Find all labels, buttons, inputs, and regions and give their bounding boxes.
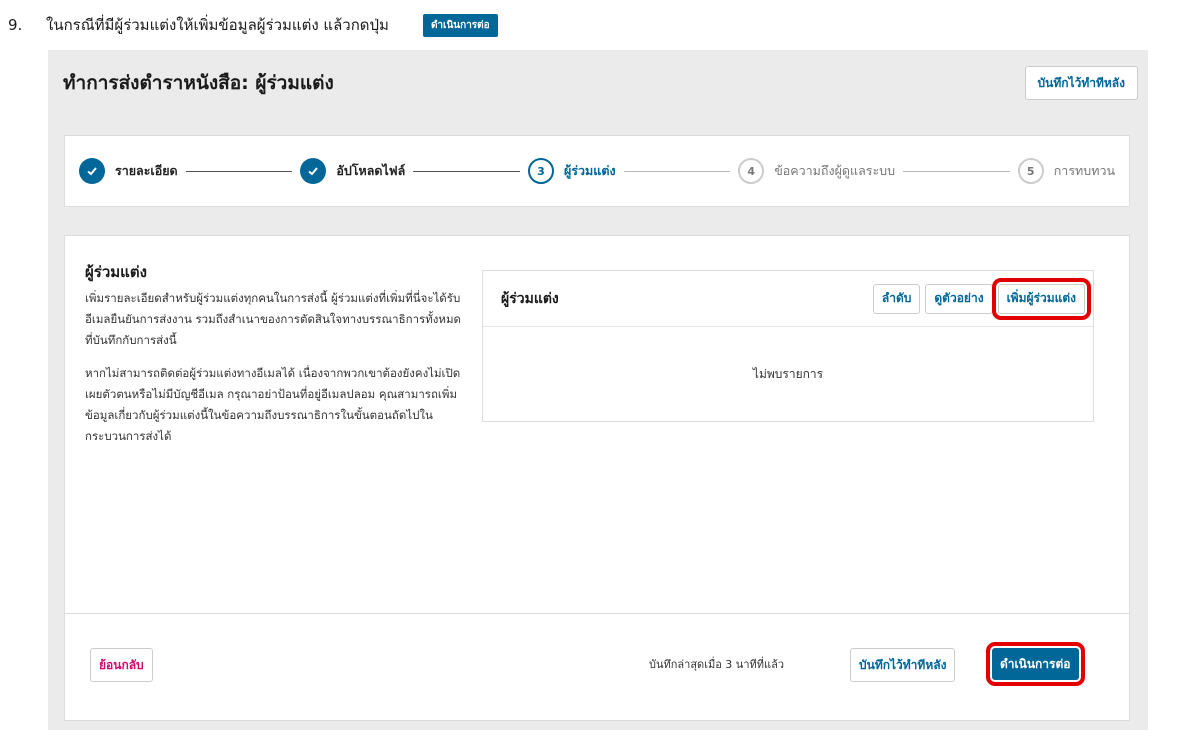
last-saved-text: บันทึกล่าสุดเมื่อ 3 นาทีที่แล้ว	[649, 658, 785, 671]
footer-divider	[65, 613, 1129, 614]
step-label: การทบทวน	[1053, 163, 1116, 178]
step-label: ผู้ร่วมแต่ง	[563, 163, 616, 178]
step-upload[interactable]: อัปโหลดไฟล์	[300, 158, 405, 184]
back-button[interactable]: ย้อนกลับ	[90, 648, 153, 682]
step-connector	[185, 170, 293, 172]
preview-button[interactable]: ดูตัวอย่าง	[925, 283, 993, 314]
step-contributors[interactable]: 3 ผู้ร่วมแต่ง	[527, 158, 616, 184]
submission-panel: ทำการส่งตำราหนังสือ: ผู้ร่วมแต่ง บันทึกไ…	[48, 50, 1148, 730]
add-contributor-button[interactable]: เพิ่มผู้ร่วมแต่ง	[991, 277, 1092, 320]
step-label: ข้อความถึงผู้ดูแลระบบ	[774, 163, 896, 178]
contributors-section: ผู้ร่วมแต่ง เพิ่มรายละเอียดสำหรับผู้ร่วม…	[64, 235, 1130, 721]
instruction-continue-button: ดำเนินการต่อ	[422, 13, 498, 37]
instruction-text: ในกรณีที่มีผู้ร่วมแต่งให้เพิ่มข้อมูลผู้ร…	[46, 16, 389, 34]
check-icon	[300, 158, 327, 184]
order-button[interactable]: ลำดับ	[872, 283, 921, 314]
save-for-later-button[interactable]: บันทึกไว้ทำทีหลัง	[1024, 66, 1138, 100]
step-review[interactable]: 5 การทบทวน	[1017, 158, 1116, 184]
instruction: 9. ในกรณีที่มีผู้ร่วมแต่งให้เพิ่มข้อมูลผ…	[8, 12, 498, 38]
section-heading: ผู้ร่วมแต่ง	[85, 263, 147, 281]
list-title: ผู้ร่วมแต่ง	[501, 290, 559, 307]
progress-steps: รายละเอียด อัปโหลดไฟล์ 3 ผู้ร่วมแต่ง 4 ข…	[64, 135, 1130, 207]
step-editor-message[interactable]: 4 ข้อความถึงผู้ดูแลระบบ	[738, 158, 895, 184]
check-icon	[79, 158, 105, 184]
step-connector	[903, 170, 1010, 172]
description-paragraph-1: เพิ่มรายละเอียดสำหรับผู้ร่วมแต่งทุกคนในก…	[85, 291, 462, 347]
contributors-list-panel: ผู้ร่วมแต่ง ลำดับ ดูตัวอย่าง เพิ่มผู้ร่ว…	[482, 270, 1094, 422]
step-label: อัปโหลดไฟล์	[336, 163, 406, 178]
step-number: 5	[1017, 158, 1044, 184]
step-connector	[623, 170, 731, 172]
instruction-number: 9.	[8, 16, 23, 34]
empty-message: ไม่พบรายการ	[752, 367, 824, 381]
page-title: ทำการส่งตำราหนังสือ: ผู้ร่วมแต่ง	[63, 72, 334, 94]
save-for-later-footer-button[interactable]: บันทึกไว้ทำทีหลัง	[850, 648, 956, 682]
step-connector	[413, 170, 520, 172]
list-header: ผู้ร่วมแต่ง ลำดับ ดูตัวอย่าง เพิ่มผู้ร่ว…	[483, 271, 1093, 327]
step-label: รายละเอียด	[115, 163, 178, 178]
continue-button[interactable]: ดำเนินการต่อ	[986, 642, 1085, 686]
step-number: 4	[738, 158, 765, 184]
contributors-description: ผู้ร่วมแต่ง เพิ่มรายละเอียดสำหรับผู้ร่วม…	[85, 260, 467, 459]
step-details[interactable]: รายละเอียด	[79, 158, 178, 184]
step-number: 3	[527, 158, 554, 184]
description-paragraph-2: หากไม่สามารถติดต่อผู้ร่วมแต่งทางอีเมลได้…	[85, 366, 461, 443]
